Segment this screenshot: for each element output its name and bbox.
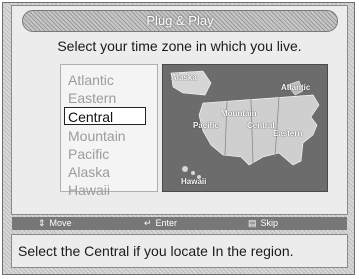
enter-hint: ↵ Enter bbox=[144, 217, 177, 230]
skip-label: Skip bbox=[260, 218, 279, 228]
button-guide-bar: ⇕ Move ↵ Enter ▤ Skip bbox=[12, 217, 347, 230]
dialog-title: Plug & Play bbox=[22, 10, 338, 32]
skip-icon: ▤ bbox=[248, 218, 257, 228]
time-zone-item-alaska[interactable]: Alaska bbox=[65, 163, 151, 181]
skip-hint: ▤ Skip bbox=[248, 217, 278, 230]
plug-and-play-dialog: Plug & Play Select your time zone in whi… bbox=[11, 5, 348, 215]
time-zone-item-hawaii[interactable]: Hawaii bbox=[65, 181, 151, 199]
time-zone-item-mountain[interactable]: Mountain bbox=[65, 127, 151, 145]
move-label: Move bbox=[49, 218, 72, 228]
map-label-eastern: Eastern bbox=[273, 129, 303, 138]
enter-label: Enter bbox=[155, 218, 178, 228]
map-label-hawaii: Hawaii bbox=[181, 177, 207, 186]
tv-screen: Plug & Play Select your time zone in whi… bbox=[2, 2, 355, 275]
enter-icon: ↵ bbox=[144, 218, 152, 228]
map-label-pacific: Pacific bbox=[193, 121, 219, 130]
map-label-alaska: Alaska bbox=[171, 73, 197, 82]
time-zone-item-eastern[interactable]: Eastern bbox=[65, 89, 151, 107]
up-down-arrows-icon: ⇕ bbox=[38, 218, 46, 228]
map-label-atlantic: Atlantic bbox=[281, 83, 311, 92]
status-message: Select the Central if you locate In the … bbox=[11, 234, 348, 268]
instruction-text: Select your time zone in which you live. bbox=[57, 38, 302, 54]
time-zone-item-atlantic[interactable]: Atlantic bbox=[65, 71, 151, 89]
time-zone-map: Alaska Atlantic Pacific Mountain Central… bbox=[162, 64, 328, 192]
time-zone-item-central[interactable]: Central bbox=[64, 107, 146, 125]
map-label-mountain: Mountain bbox=[221, 109, 257, 118]
time-zone-item-pacific[interactable]: Pacific bbox=[65, 145, 151, 163]
time-zone-list: Atlantic Eastern Central Mountain Pacifi… bbox=[60, 64, 158, 198]
map-label-central: Central bbox=[247, 121, 275, 130]
move-hint: ⇕ Move bbox=[38, 217, 72, 230]
